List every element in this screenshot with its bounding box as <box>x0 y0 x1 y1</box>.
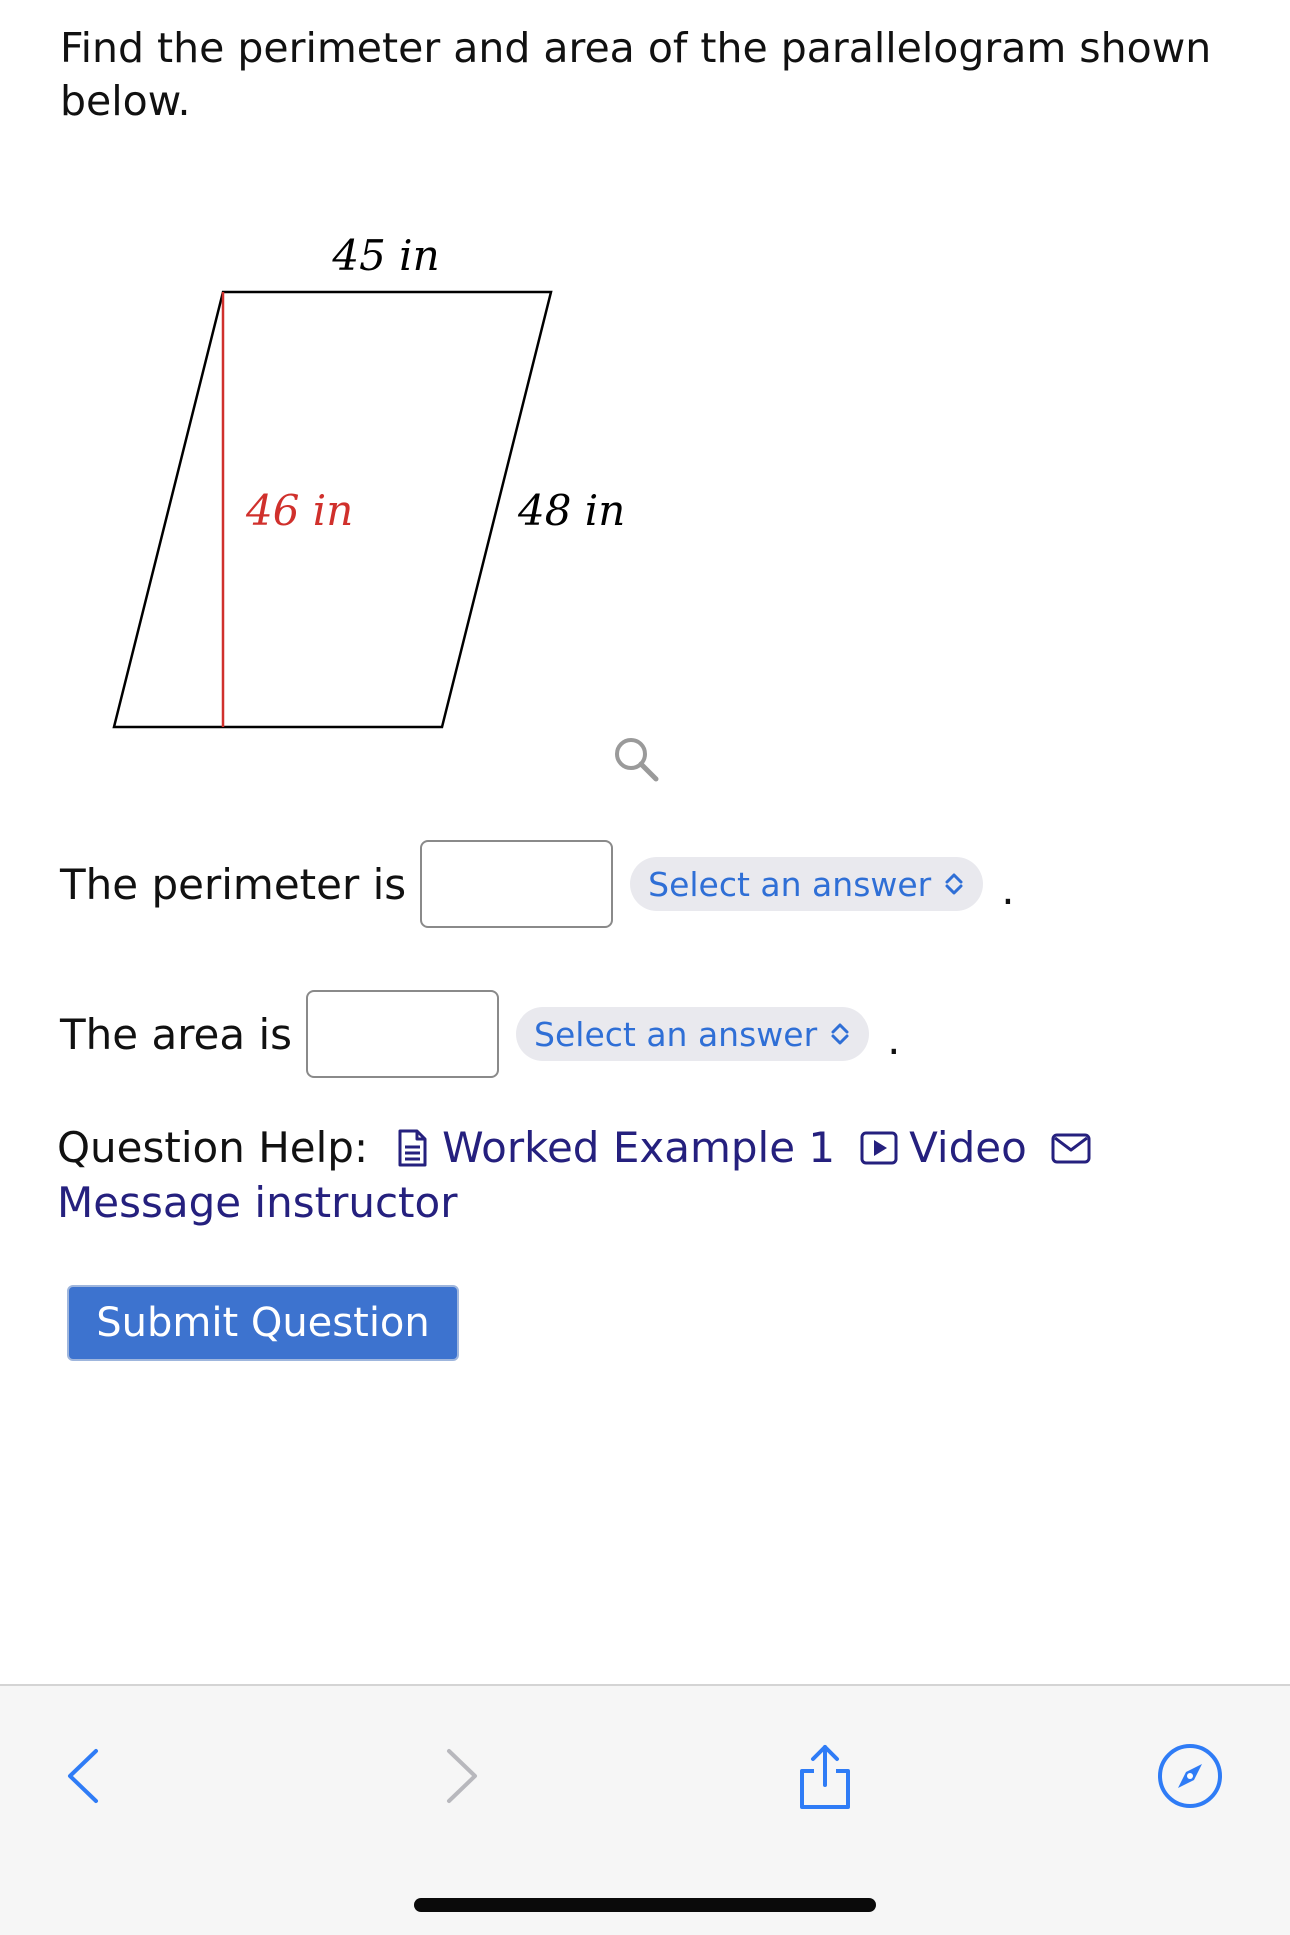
compass-icon[interactable] <box>1155 1741 1225 1811</box>
question-help-label: Question Help: <box>57 1123 369 1172</box>
perimeter-row: The perimeter is Select an answer . <box>60 840 1015 928</box>
parallelogram-figure: 45 in 46 in 48 in <box>112 231 625 729</box>
perimeter-unit-select[interactable]: Select an answer <box>630 857 984 911</box>
submit-question-button[interactable]: Submit Question <box>67 1285 459 1361</box>
share-icon[interactable] <box>790 1741 860 1811</box>
area-period: . <box>887 1014 901 1064</box>
video-play-icon[interactable] <box>859 1128 899 1168</box>
perimeter-select-label: Select an answer <box>648 864 932 904</box>
perimeter-input[interactable] <box>420 840 614 928</box>
magnifier-icon[interactable] <box>610 733 662 785</box>
question-help: Question Help: Worked Example 1 Video Me… <box>57 1120 1237 1230</box>
up-down-chevron-icon <box>945 873 963 895</box>
message-instructor-link[interactable]: Message instructor <box>57 1178 457 1227</box>
area-input[interactable] <box>306 990 500 1078</box>
home-indicator <box>414 1898 876 1912</box>
forward-chevron-icon[interactable] <box>425 1741 495 1811</box>
area-select-label: Select an answer <box>534 1014 818 1054</box>
video-link[interactable]: Video <box>909 1123 1027 1172</box>
envelope-icon[interactable] <box>1051 1128 1091 1168</box>
area-label: The area is <box>60 1009 293 1059</box>
page: Find the perimeter and area of the paral… <box>0 0 1290 1935</box>
document-icon[interactable] <box>392 1128 432 1168</box>
back-chevron-icon[interactable] <box>50 1741 120 1811</box>
slant-side-label: 48 in <box>517 486 625 535</box>
area-unit-select[interactable]: Select an answer <box>516 1007 870 1061</box>
browser-toolbar <box>0 1684 1290 1935</box>
top-side-label: 45 in <box>331 231 439 280</box>
perimeter-period: . <box>1001 864 1015 914</box>
up-down-chevron-icon <box>831 1023 849 1045</box>
perimeter-label: The perimeter is <box>60 859 407 909</box>
worked-example-link[interactable]: Worked Example 1 <box>442 1123 835 1172</box>
height-label: 46 in <box>245 486 353 535</box>
area-row: The area is Select an answer . <box>60 990 901 1078</box>
